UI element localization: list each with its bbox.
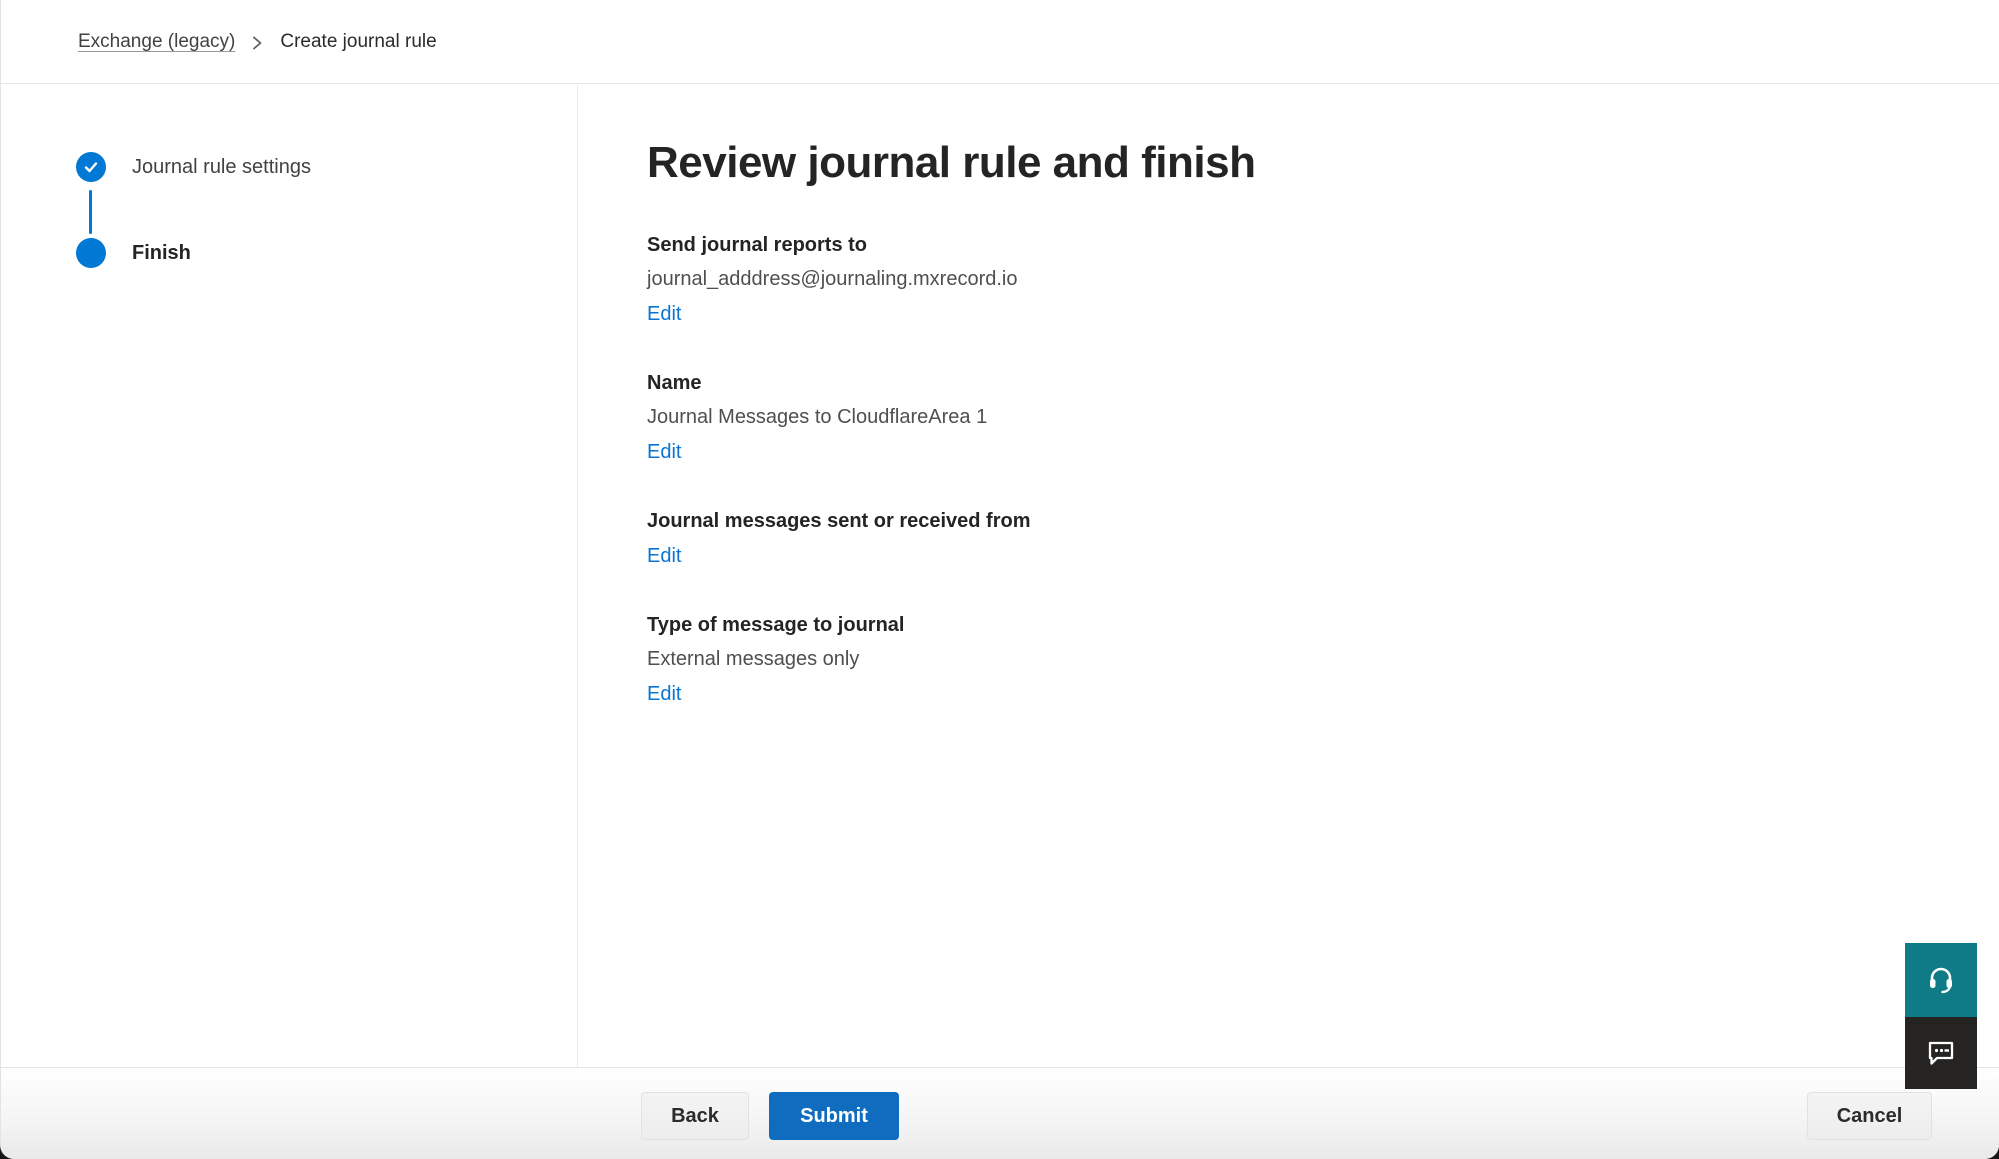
step-completed-check-icon [76,152,106,182]
edit-send-reports-link[interactable]: Edit [647,303,681,326]
edit-name-link[interactable]: Edit [647,441,681,464]
app-window: Exchange (legacy) Create journal rule Jo… [0,0,1999,1159]
step-connector-line [89,190,92,234]
step-label: Finish [132,242,191,265]
help-button[interactable] [1905,943,1977,1017]
feedback-chat-icon [1923,1034,1959,1073]
page-title: Review journal rule and finish [647,138,1879,188]
submit-button[interactable]: Submit [769,1092,899,1140]
edit-sent-received-link[interactable]: Edit [647,545,681,568]
footer-action-bar: Back Submit Cancel [1,1067,1999,1159]
step-label: Journal rule settings [132,156,311,179]
breadcrumb-parent-link[interactable]: Exchange (legacy) [78,31,235,53]
review-section-message-type: Type of message to journal External mess… [647,614,1879,706]
wizard-step-finish[interactable]: Finish [76,238,191,268]
section-label: Name [647,372,1879,395]
review-section-name: Name Journal Messages to CloudflareArea … [647,372,1879,464]
review-content: Review journal rule and finish Send jour… [647,84,1879,706]
edit-message-type-link[interactable]: Edit [647,683,681,706]
section-value: Journal Messages to CloudflareArea 1 [647,406,1879,429]
back-button[interactable]: Back [641,1092,749,1140]
section-value: journal_adddress@journaling.mxrecord.io [647,268,1879,291]
wizard-step-journal-rule-settings[interactable]: Journal rule settings [76,152,311,182]
cancel-button[interactable]: Cancel [1807,1092,1932,1140]
feedback-button[interactable] [1905,1017,1977,1089]
step-current-dot-icon [76,238,106,268]
section-label: Send journal reports to [647,234,1879,257]
breadcrumb-chevron-icon [251,33,264,53]
section-label: Journal messages sent or received from [647,510,1879,533]
wizard-steps-panel: Journal rule settings Finish [1,85,578,1067]
section-label: Type of message to journal [647,614,1879,637]
breadcrumb-current-page: Create journal rule [280,31,436,53]
section-value: External messages only [647,648,1879,671]
headset-icon [1924,962,1958,999]
breadcrumb: Exchange (legacy) Create journal rule [1,0,1999,84]
review-section-send-reports: Send journal reports to journal_adddress… [647,234,1879,326]
review-section-sent-received-from: Journal messages sent or received from E… [647,510,1879,568]
